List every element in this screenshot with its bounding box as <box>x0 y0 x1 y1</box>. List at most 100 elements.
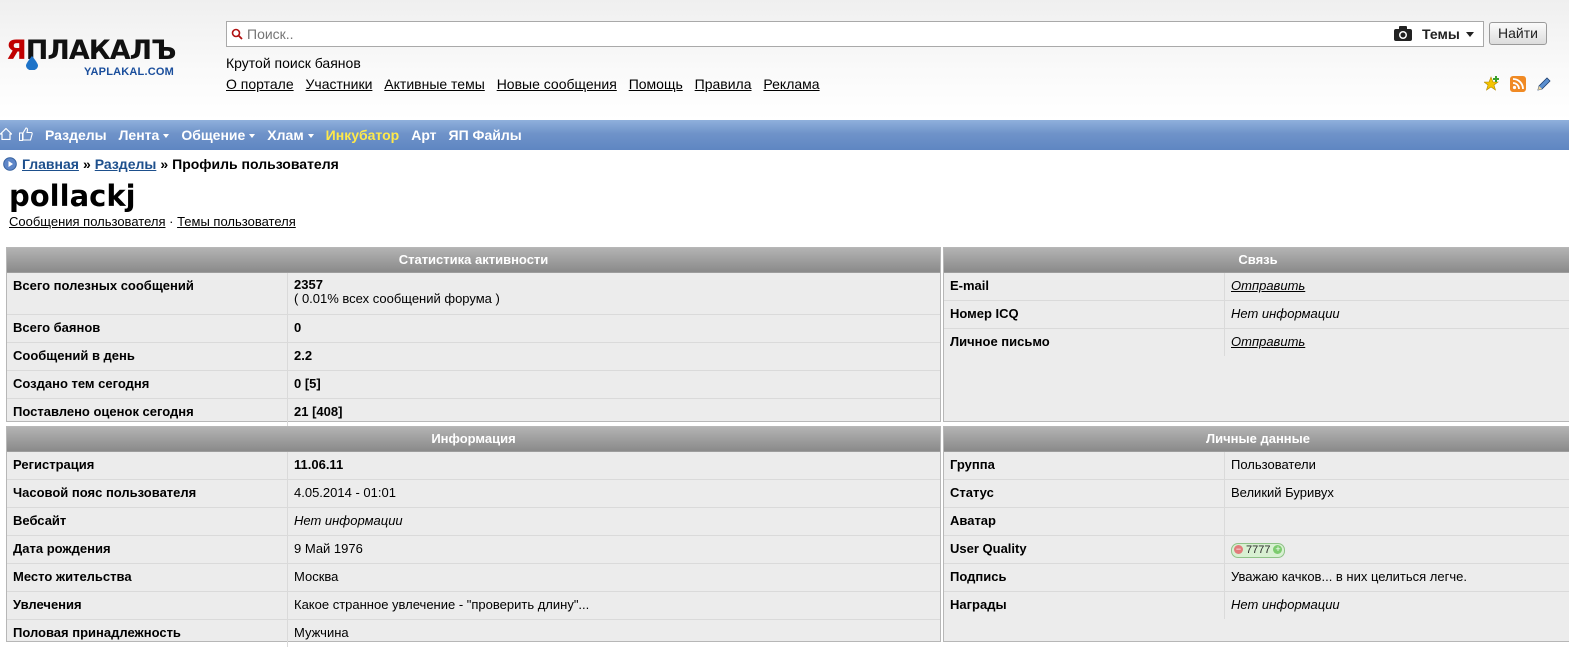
rate-down-button[interactable]: − <box>1234 545 1243 554</box>
row-label: Личное письмо <box>944 329 1225 356</box>
user-quality-value: 7777 <box>1246 544 1271 556</box>
panel-title: Информация <box>7 427 940 452</box>
logo-letter: Я <box>6 35 27 66</box>
chevron-down-icon <box>249 134 256 138</box>
breadcrumb-sections[interactable]: Разделы <box>95 156 157 172</box>
table-row: Дата рождения 9 Май 1976 <box>7 536 940 564</box>
nav-item-label: Лента <box>118 127 160 143</box>
rss-icon[interactable] <box>1510 76 1526 92</box>
table-row: Награды Нет информации <box>944 592 1569 619</box>
row-label: Номер ICQ <box>944 301 1225 328</box>
profile-links: Сообщения пользователя · Темы пользовате… <box>9 214 296 229</box>
main-nav: Разделы Лента Общение Хлам Инкубатор Арт ЯП Фа… <box>0 120 1569 150</box>
row-value: Нет информации <box>1231 306 1340 321</box>
avatar <box>1225 508 1569 535</box>
row-label: Вебсайт <box>7 508 288 535</box>
nav-item-feed[interactable]: Лента <box>119 120 170 150</box>
chevron-down-icon <box>307 134 314 138</box>
row-value: 2.2 <box>294 348 313 363</box>
breadcrumb-current: Профиль пользователя <box>172 156 339 172</box>
table-row: Половая принадлежность Мужчина <box>7 620 940 647</box>
nav-item-sections[interactable]: Разделы <box>45 120 107 150</box>
nav-item-label: Общение <box>181 127 246 143</box>
row-value: Москва <box>294 569 339 584</box>
row-value: Пользователи <box>1231 457 1316 472</box>
user-posts-link[interactable]: Сообщения пользователя <box>9 214 166 229</box>
row-label: Регистрация <box>7 452 288 479</box>
breadcrumb: Главная» Разделы» Профиль пользователя <box>3 156 339 172</box>
tear-drop-icon <box>26 56 38 70</box>
table-row: Создано тем сегодня 0 [5] <box>7 371 940 399</box>
logo-letters: ПЛАКАЛЪ <box>25 35 177 66</box>
nav-item-label: Инкубатор <box>325 127 400 143</box>
nav-item-files[interactable]: ЯП Файлы <box>449 120 522 150</box>
send-message-link[interactable]: Отправить <box>1231 334 1305 349</box>
panel-title: Личные данные <box>944 427 1569 452</box>
site-logo[interactable]: ЯПЛАКАЛЪ YAPLAKAL.COM <box>4 36 204 84</box>
page-title: pollackj <box>9 179 136 213</box>
row-label: E-mail <box>944 273 1225 300</box>
stats-panel: Статистика активности Всего полезных соо… <box>6 247 941 426</box>
user-quality-rating: − 7777 + <box>1231 543 1286 558</box>
row-value: 0 [5] <box>294 376 321 391</box>
row-label: Награды <box>944 592 1225 619</box>
row-value: Нет информации <box>1231 597 1340 612</box>
top-link-rules[interactable]: Правила <box>695 76 752 92</box>
table-row: Место жительства Москва <box>7 564 940 592</box>
star-add-icon[interactable] <box>1484 76 1500 92</box>
table-row: Поставлено оценок сегодня 21 [408] <box>7 399 940 426</box>
row-value: Отправить <box>1225 273 1569 300</box>
send-email-link[interactable]: Отправить <box>1231 278 1305 293</box>
table-row: Часовой пояс пользователя 4.05.2014 - 01… <box>7 480 940 508</box>
row-label: Группа <box>944 452 1225 479</box>
top-link-help[interactable]: Помощь <box>629 76 683 92</box>
row-value: 4.05.2014 - 01:01 <box>294 485 396 500</box>
breadcrumb-home[interactable]: Главная <box>22 156 79 172</box>
row-label: Всего полезных сообщений <box>7 273 288 314</box>
row-label: Поставлено оценок сегодня <box>7 399 288 426</box>
nav-item-communication[interactable]: Общение <box>181 120 256 150</box>
nav-item-junk[interactable]: Хлам <box>267 120 314 150</box>
camera-icon[interactable] <box>1394 26 1412 41</box>
search-scope-select[interactable]: Темы <box>1422 25 1474 44</box>
row-value: 9 Май 1976 <box>294 541 363 556</box>
row-value: Великий Буривух <box>1231 485 1334 500</box>
row-value: 11.06.11 <box>294 457 344 472</box>
row-label: Место жительства <box>7 564 288 591</box>
breadcrumb-separator: » <box>160 156 169 172</box>
rate-up-button[interactable]: + <box>1273 545 1283 554</box>
search-bar: Темы <box>226 21 1484 47</box>
search-scope-value: Темы <box>1422 26 1460 42</box>
row-value: 2357 ( 0.01% всех сообщений форума ) <box>288 273 940 314</box>
row-value: Отправить <box>1225 329 1569 356</box>
search-icon <box>231 28 243 40</box>
top-link-members[interactable]: Участники <box>306 76 373 92</box>
breadcrumb-separator: » <box>82 156 91 172</box>
thumbs-up-icon[interactable] <box>19 127 33 141</box>
table-row: E-mail Отправить <box>944 273 1569 301</box>
total-posts-value: 2357 <box>294 277 323 292</box>
search-button[interactable]: Найти <box>1489 22 1547 45</box>
top-link-active-topics[interactable]: Активные темы <box>384 76 485 92</box>
row-value: − 7777 + <box>1225 536 1569 563</box>
row-label: Всего баянов <box>7 315 288 342</box>
top-link-ads[interactable]: Реклама <box>763 76 819 92</box>
link-separator: · <box>169 214 174 229</box>
search-input[interactable] <box>247 24 1397 44</box>
row-value: 21 [408] <box>294 404 343 419</box>
pencil-icon[interactable] <box>1536 76 1552 92</box>
nav-item-art[interactable]: Арт <box>411 120 436 150</box>
panel-title: Связь <box>944 248 1569 273</box>
user-topics-link[interactable]: Темы пользователя <box>177 214 296 229</box>
nav-item-label: Разделы <box>45 127 107 143</box>
row-value: Нет информации <box>294 513 403 528</box>
nav-item-label: ЯП Файлы <box>448 127 522 143</box>
table-row: Аватар <box>944 508 1569 536</box>
home-icon[interactable] <box>0 128 12 140</box>
top-link-new-posts[interactable]: Новые сообщения <box>497 76 617 92</box>
nav-item-incubator[interactable]: Инкубатор <box>326 120 400 150</box>
row-label: Часовой пояс пользователя <box>7 480 288 507</box>
search-tagline: Крутой поиск баянов <box>226 55 361 71</box>
nav-item-label: Хлам <box>267 127 304 143</box>
top-link-about[interactable]: О портале <box>226 76 294 92</box>
